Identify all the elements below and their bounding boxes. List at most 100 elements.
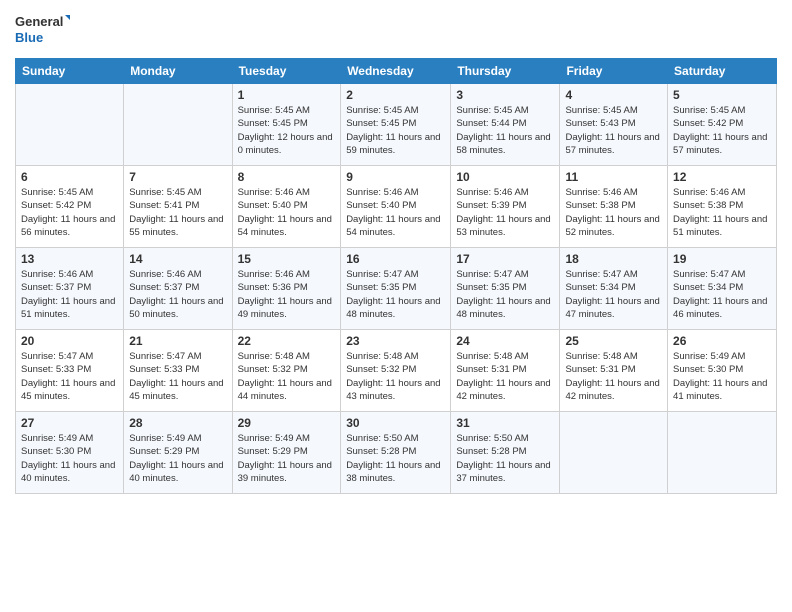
calendar-cell: 2Sunrise: 5:45 AM Sunset: 5:45 PM Daylig… [341,84,451,166]
calendar-cell: 8 Sunrise: 5:46 AM Sunset: 5:40 PM Daylig… [232,166,341,248]
day-number: 3 [456,88,554,102]
day-info: Sunrise: 5:48 AM Sunset: 5:31 PM Dayligh… [565,350,662,403]
calendar-cell [16,84,124,166]
day-number: 14 [129,252,226,266]
calendar-cell: 28 Sunrise: 5:49 AM Sunset: 5:29 PM Dayli… [124,412,232,494]
day-info: Sunrise: 5:47 AM Sunset: 5:33 PM Dayligh… [129,350,226,403]
calendar-cell: 10Sunrise: 5:46 AM Sunset: 5:39 PM Dayli… [451,166,560,248]
weekday-header-row: SundayMondayTuesdayWednesdayThursdayFrid… [16,59,777,84]
day-number: 31 [456,416,554,430]
calendar-cell: 9 Sunrise: 5:46 AM Sunset: 5:40 PM Daylig… [341,166,451,248]
week-row-4: 20 Sunrise: 5:47 AM Sunset: 5:33 PM Dayli… [16,330,777,412]
calendar-cell: 31 Sunrise: 5:50 AM Sunset: 5:28 PM Dayli… [451,412,560,494]
week-row-5: 27Sunrise: 5:49 AM Sunset: 5:30 PM Dayli… [16,412,777,494]
calendar-cell: 16 Sunrise: 5:47 AM Sunset: 5:35 PM Dayli… [341,248,451,330]
day-info: Sunrise: 5:45 AM Sunset: 5:41 PM Dayligh… [129,186,226,239]
calendar-cell: 27Sunrise: 5:49 AM Sunset: 5:30 PM Dayli… [16,412,124,494]
weekday-header-friday: Friday [560,59,668,84]
day-info: Sunrise: 5:48 AM Sunset: 5:32 PM Dayligh… [238,350,336,403]
svg-text:Blue: Blue [15,30,43,45]
day-number: 15 [238,252,336,266]
week-row-1: 1Sunrise: 5:45 AM Sunset: 5:45 PM Daylig… [16,84,777,166]
calendar-cell: 11 Sunrise: 5:46 AM Sunset: 5:38 PM Dayli… [560,166,668,248]
day-number: 28 [129,416,226,430]
day-info: Sunrise: 5:46 AM Sunset: 5:36 PM Dayligh… [238,268,336,321]
day-number: 13 [21,252,118,266]
calendar-cell: 25 Sunrise: 5:48 AM Sunset: 5:31 PM Dayli… [560,330,668,412]
calendar-cell: 20 Sunrise: 5:47 AM Sunset: 5:33 PM Dayli… [16,330,124,412]
day-number: 6 [21,170,118,184]
day-info: Sunrise: 5:46 AM Sunset: 5:40 PM Dayligh… [238,186,336,239]
svg-text:General: General [15,14,63,29]
day-info: Sunrise: 5:50 AM Sunset: 5:28 PM Dayligh… [346,432,445,485]
calendar-cell: 7 Sunrise: 5:45 AM Sunset: 5:41 PM Daylig… [124,166,232,248]
calendar-cell: 30 Sunrise: 5:50 AM Sunset: 5:28 PM Dayli… [341,412,451,494]
day-number: 18 [565,252,662,266]
weekday-header-saturday: Saturday [668,59,777,84]
day-info: Sunrise: 5:49 AM Sunset: 5:30 PM Dayligh… [673,350,771,403]
day-number: 19 [673,252,771,266]
day-info: Sunrise: 5:47 AM Sunset: 5:34 PM Dayligh… [565,268,662,321]
calendar-cell: 4 Sunrise: 5:45 AM Sunset: 5:43 PM Daylig… [560,84,668,166]
day-number: 29 [238,416,336,430]
calendar-cell: 26 Sunrise: 5:49 AM Sunset: 5:30 PM Dayli… [668,330,777,412]
weekday-header-wednesday: Wednesday [341,59,451,84]
logo: General Blue [15,10,70,50]
day-number: 17 [456,252,554,266]
day-number: 23 [346,334,445,348]
day-number: 30 [346,416,445,430]
calendar-cell [668,412,777,494]
day-number: 11 [565,170,662,184]
day-info: Sunrise: 5:46 AM Sunset: 5:38 PM Dayligh… [673,186,771,239]
day-info: Sunrise: 5:45 AM Sunset: 5:42 PM Dayligh… [673,104,771,157]
calendar-cell: 19Sunrise: 5:47 AM Sunset: 5:34 PM Dayli… [668,248,777,330]
day-number: 27 [21,416,118,430]
day-info: Sunrise: 5:48 AM Sunset: 5:32 PM Dayligh… [346,350,445,403]
day-info: Sunrise: 5:46 AM Sunset: 5:38 PM Dayligh… [565,186,662,239]
day-number: 7 [129,170,226,184]
calendar-cell: 29 Sunrise: 5:49 AM Sunset: 5:29 PM Dayli… [232,412,341,494]
day-info: Sunrise: 5:47 AM Sunset: 5:33 PM Dayligh… [21,350,118,403]
calendar-cell: 12Sunrise: 5:46 AM Sunset: 5:38 PM Dayli… [668,166,777,248]
calendar-cell: 6 Sunrise: 5:45 AM Sunset: 5:42 PM Daylig… [16,166,124,248]
day-number: 25 [565,334,662,348]
calendar: SundayMondayTuesdayWednesdayThursdayFrid… [15,58,777,494]
day-info: Sunrise: 5:47 AM Sunset: 5:35 PM Dayligh… [456,268,554,321]
page: General Blue SundayMondayTuesdayWednesda… [0,0,792,612]
calendar-cell: 24Sunrise: 5:48 AM Sunset: 5:31 PM Dayli… [451,330,560,412]
day-info: Sunrise: 5:45 AM Sunset: 5:43 PM Dayligh… [565,104,662,157]
calendar-cell: 15 Sunrise: 5:46 AM Sunset: 5:36 PM Dayli… [232,248,341,330]
calendar-cell: 13Sunrise: 5:46 AM Sunset: 5:37 PM Dayli… [16,248,124,330]
day-info: Sunrise: 5:49 AM Sunset: 5:29 PM Dayligh… [129,432,226,485]
day-number: 26 [673,334,771,348]
day-number: 9 [346,170,445,184]
day-info: Sunrise: 5:45 AM Sunset: 5:45 PM Dayligh… [346,104,445,157]
week-row-3: 13Sunrise: 5:46 AM Sunset: 5:37 PM Dayli… [16,248,777,330]
week-row-2: 6 Sunrise: 5:45 AM Sunset: 5:42 PM Daylig… [16,166,777,248]
day-number: 4 [565,88,662,102]
day-number: 24 [456,334,554,348]
day-info: Sunrise: 5:49 AM Sunset: 5:29 PM Dayligh… [238,432,336,485]
calendar-cell: 18 Sunrise: 5:47 AM Sunset: 5:34 PM Dayli… [560,248,668,330]
header: General Blue [15,10,777,50]
day-number: 8 [238,170,336,184]
calendar-cell: 3Sunrise: 5:45 AM Sunset: 5:44 PM Daylig… [451,84,560,166]
day-info: Sunrise: 5:47 AM Sunset: 5:35 PM Dayligh… [346,268,445,321]
calendar-cell: 22 Sunrise: 5:48 AM Sunset: 5:32 PM Dayli… [232,330,341,412]
calendar-cell: 23 Sunrise: 5:48 AM Sunset: 5:32 PM Dayli… [341,330,451,412]
day-number: 22 [238,334,336,348]
day-number: 21 [129,334,226,348]
calendar-cell: 5 Sunrise: 5:45 AM Sunset: 5:42 PM Daylig… [668,84,777,166]
day-number: 10 [456,170,554,184]
weekday-header-tuesday: Tuesday [232,59,341,84]
calendar-cell [124,84,232,166]
weekday-header-sunday: Sunday [16,59,124,84]
day-number: 5 [673,88,771,102]
day-info: Sunrise: 5:50 AM Sunset: 5:28 PM Dayligh… [456,432,554,485]
day-number: 20 [21,334,118,348]
day-number: 16 [346,252,445,266]
calendar-cell: 21 Sunrise: 5:47 AM Sunset: 5:33 PM Dayli… [124,330,232,412]
day-info: Sunrise: 5:45 AM Sunset: 5:42 PM Dayligh… [21,186,118,239]
calendar-cell [560,412,668,494]
day-info: Sunrise: 5:46 AM Sunset: 5:40 PM Dayligh… [346,186,445,239]
